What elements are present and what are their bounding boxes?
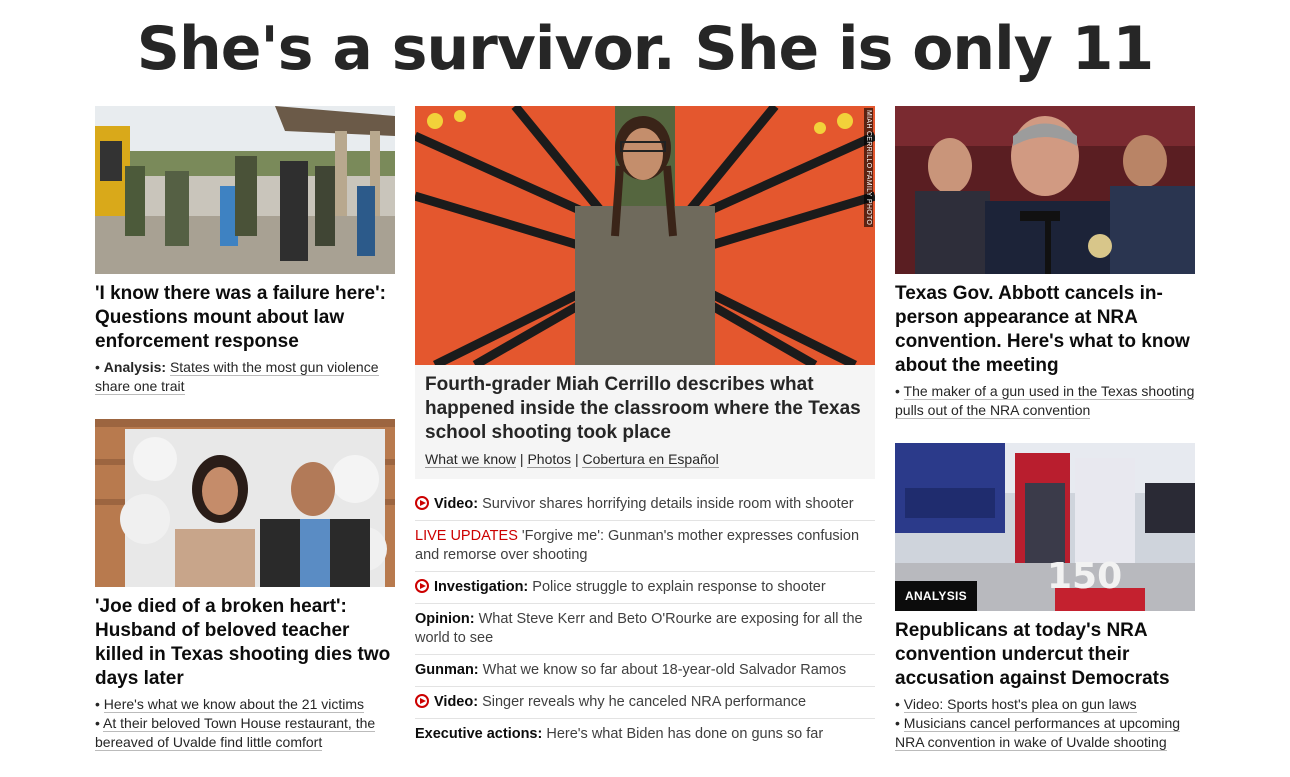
hero-caption-box: Fourth-grader Miah Cerrillo describes wh…	[415, 365, 875, 479]
list-item-text: Here's what Biden has done on guns so fa…	[546, 726, 824, 742]
card-title-failure[interactable]: 'I know there was a failure here': Quest…	[95, 282, 395, 354]
list-item-prefix: Executive actions:	[415, 726, 543, 742]
sports-host-link[interactable]: Video: Sports host's plea on gun laws	[903, 696, 1137, 713]
right-column: Texas Gov. Abbott cancels in-person appe…	[895, 106, 1195, 752]
hero-image[interactable]: MIAH CERRILLO FAMILY PHOTO	[415, 106, 875, 365]
list-item-prefix: Video:	[434, 694, 479, 710]
middle-column: MIAH CERRILLO FAMILY PHOTO Fourth-grader…	[415, 106, 875, 750]
photo-credit: MIAH CERRILLO FAMILY PHOTO	[864, 108, 873, 228]
card-sub-analysis: • Analysis: States with the most gun vio…	[95, 359, 379, 395]
link-separator: |	[571, 451, 583, 467]
list-item[interactable]: Gunman: What we know so far about 18-yea…	[415, 655, 875, 687]
abbott-image[interactable]	[895, 106, 1195, 274]
list-item-prefix: Investigation:	[434, 579, 529, 595]
town-house-link[interactable]: At their beloved Town House restaurant, …	[95, 715, 376, 751]
list-item[interactable]: Opinion: What Steve Kerr and Beto O'Rour…	[415, 604, 875, 655]
analysis-label: Analysis:	[103, 359, 167, 375]
list-item[interactable]: Video: Survivor shares horrifying detail…	[415, 489, 875, 521]
hero-title[interactable]: Fourth-grader Miah Cerrillo describes wh…	[425, 373, 865, 445]
play-icon	[415, 579, 429, 593]
list-item-text: Police struggle to explain response to s…	[532, 579, 826, 595]
list-item-text: What we know so far about 18-year-old Sa…	[482, 662, 847, 678]
play-icon	[415, 496, 429, 510]
nra-convention-image[interactable]: 150 ANALYSIS	[895, 443, 1195, 611]
card-sub-republicans: • Video: Sports host's plea on gun laws …	[895, 696, 1181, 751]
svg-text:150: 150	[1047, 556, 1122, 597]
list-item-prefix: Opinion:	[415, 611, 475, 627]
couple-image[interactable]	[95, 419, 395, 587]
list-item[interactable]: Executive actions: Here's what Biden has…	[415, 719, 875, 750]
story-list: Video: Survivor shares horrifying detail…	[415, 489, 875, 750]
analysis-badge: ANALYSIS	[895, 581, 977, 611]
play-icon	[415, 694, 429, 708]
left-column: 'I know there was a failure here': Quest…	[95, 106, 395, 752]
list-item[interactable]: Video: Singer reveals why he canceled NR…	[415, 687, 875, 719]
list-item[interactable]: Investigation: Police struggle to explai…	[415, 572, 875, 604]
what-we-know-link[interactable]: What we know	[425, 451, 517, 468]
victims-link[interactable]: Here's what we know about the 21 victims	[103, 696, 365, 713]
page-headline[interactable]: She's a survivor. She is only 11	[0, 14, 1290, 84]
link-separator: |	[516, 451, 528, 467]
espanol-link[interactable]: Cobertura en Español	[582, 451, 719, 468]
list-item-text: What Steve Kerr and Beto O'Rourke are ex…	[415, 611, 863, 646]
card-sub-abbott: • The maker of a gun used in the Texas s…	[895, 383, 1195, 419]
live-updates-label: LIVE UPDATES	[415, 528, 518, 544]
musicians-cancel-link[interactable]: Musicians cancel performances at upcomin…	[895, 715, 1181, 751]
gun-maker-link[interactable]: The maker of a gun used in the Texas sho…	[895, 383, 1195, 419]
list-item-text: Survivor shares horrifying details insid…	[482, 496, 854, 512]
list-item-prefix: Video:	[434, 496, 479, 512]
list-item-text: Singer reveals why he canceled NRA perfo…	[482, 694, 807, 710]
card-title-republicans[interactable]: Republicans at today's NRA convention un…	[895, 619, 1195, 691]
list-item-prefix: Gunman:	[415, 662, 479, 678]
card-sub-links: • Here's what we know about the 21 victi…	[95, 696, 376, 751]
hero-links: What we know | Photos | Cobertura en Esp…	[425, 451, 865, 468]
card-title-abbott[interactable]: Texas Gov. Abbott cancels in-person appe…	[895, 282, 1195, 378]
photos-link[interactable]: Photos	[527, 451, 572, 468]
card-title-broken-heart[interactable]: 'Joe died of a broken heart': Husband of…	[95, 595, 395, 691]
list-item[interactable]: LIVE UPDATES 'Forgive me': Gunman's moth…	[415, 521, 875, 572]
police-scene-image[interactable]	[95, 106, 395, 274]
